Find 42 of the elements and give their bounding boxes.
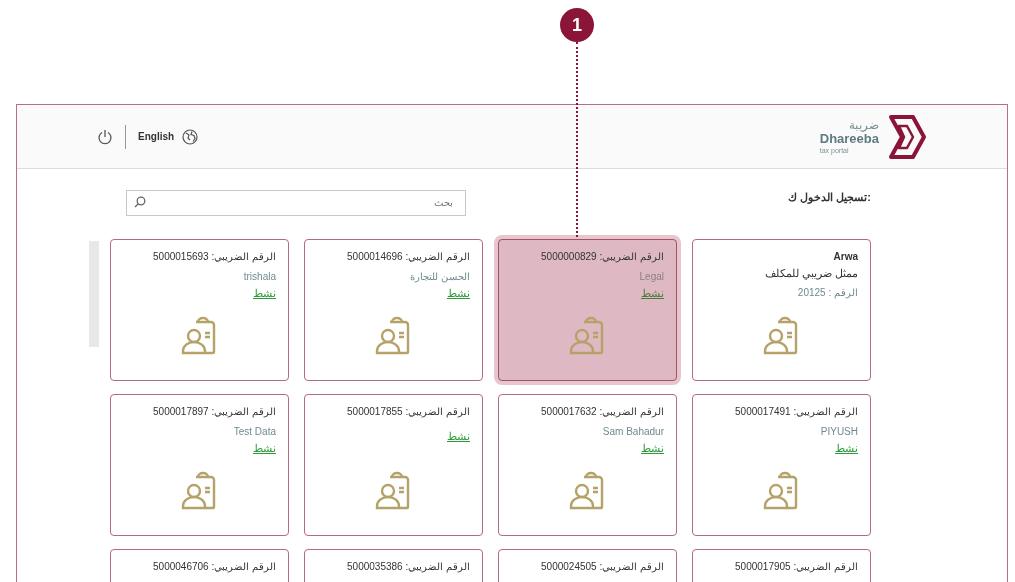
representative-name: Arwa [833,250,858,264]
globe-icon[interactable] [182,128,199,145]
tax-number: الرقم الضريبي: 5000017632 [541,405,664,420]
tax-number: الرقم الضريبي: 5000017855 [347,405,470,420]
account-card[interactable]: الرقم الضريبي: 5000017905 [692,549,871,582]
status-label: نشط [835,441,858,456]
account-card[interactable]: الرقم الضريبي: 5000046706 [110,549,289,582]
tax-number: الرقم الضريبي: 5000017905 [735,560,858,575]
logo-arabic-text: ضريبة [849,118,879,131]
tax-number: الرقم الضريبي: 5000046706 [153,560,276,575]
status-label: نشط [447,429,470,444]
tax-number: الرقم الضريبي: 5000017491 [735,405,858,420]
tax-number: الرقم الضريبي: 5000017897 [153,405,276,420]
tax-number: الرقم الضريبي: 5000015693 [153,250,276,265]
account-card[interactable]: الرقم الضريبي: 5000014696 الحسن للتجارة نشط [304,239,483,381]
taxpayer-name: PIYUSH [820,425,858,439]
account-card[interactable]: الرقم الضريبي: 5000035386 [304,549,483,582]
representative-number: الرقم : 20125 [797,286,858,301]
taxpayer-name: Legal [639,270,664,284]
status-label: نشط [447,286,470,301]
taxpayer-name: الحسن للتجارة [410,270,470,285]
tax-number: الرقم الضريبي: 5000000829 [541,250,664,265]
status-label: نشط [253,286,276,301]
taxpayer-name: Test Data [233,425,276,439]
language-button[interactable]: English [138,129,175,144]
search-icon [134,196,146,208]
account-card[interactable]: الرقم الضريبي: 5000024505 [498,549,677,582]
taxpayer-name: trishala [243,270,276,284]
search-field[interactable]: بحث [126,189,466,216]
status-label: نشط [641,441,664,456]
taxpayer-name: Sam Bahadur [602,425,664,439]
logo-icon [887,113,927,160]
account-card[interactable]: الرقم الضريبي: 5000017855 نشط [304,394,483,536]
status-label: نشط [641,286,664,301]
tax-number: الرقم الضريبي: 5000014696 [347,250,470,265]
annotation-badge: 1 [560,8,594,42]
status-label: نشط [253,441,276,456]
login-as-title: تسجيل الدخول ك: [788,189,871,206]
tax-number: الرقم الضريبي: 5000024505 [541,560,664,575]
representative-role: ممثل ضريبي للمكلف [764,266,858,281]
tax-number: الرقم الضريبي: 5000035386 [347,560,470,575]
power-icon[interactable] [97,128,113,145]
